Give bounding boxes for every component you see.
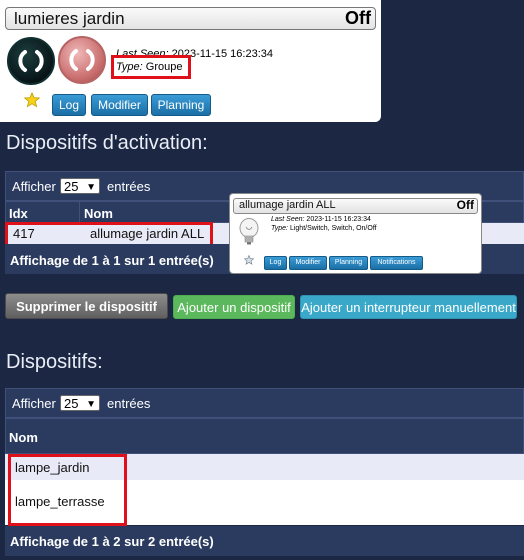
devices-heading: Dispositifs: <box>6 351 103 373</box>
favorite-star-icon[interactable] <box>244 255 254 265</box>
column-name[interactable]: Nom <box>9 430 38 445</box>
power-off-icon <box>69 49 95 71</box>
popup-device-name: allumage jardin ALL <box>239 199 336 211</box>
devices-table-header: Nom <box>5 418 524 454</box>
planning-button[interactable]: Planning <box>151 94 211 116</box>
table-info: Affichage de 1 à 2 sur 2 entrée(s) <box>10 534 214 549</box>
popup-planning-button[interactable]: Planning <box>329 256 368 270</box>
modify-button[interactable]: Modifier <box>91 94 148 116</box>
popup-notifications-button[interactable]: Notifications <box>370 256 423 270</box>
type-highlight-box <box>111 55 191 79</box>
device-title-bar: lumieres jardin Off <box>5 7 376 30</box>
devices-table-controls: Afficher 25 ▼ entrées <box>5 388 524 418</box>
group-on-button[interactable] <box>7 37 55 85</box>
light-bulb-icon[interactable] <box>238 218 260 246</box>
show-label: Afficher <box>12 396 56 411</box>
table-info: Affichage de 1 à 1 sur 1 entrée(s) <box>10 253 214 268</box>
chevron-down-icon: ▼ <box>86 182 96 193</box>
popup-log-button[interactable]: Log <box>264 256 287 270</box>
page-size-select[interactable]: 25 ▼ <box>60 178 100 194</box>
activation-heading: Dispositifs d'activation: <box>6 132 208 154</box>
delete-device-button[interactable]: Supprimer le dispositif <box>5 293 168 319</box>
popup-title-bar: allumage jardin ALL Off <box>233 198 478 214</box>
chevron-down-icon: ▼ <box>86 399 96 410</box>
device-state: Off <box>345 8 371 28</box>
show-label: Afficher <box>12 179 56 194</box>
popup-device-type: Type: Light/Switch, Switch, On/Off <box>271 225 377 232</box>
column-name[interactable]: Nom <box>84 206 113 221</box>
popup-modify-button[interactable]: Modifier <box>289 256 327 270</box>
group-off-button[interactable] <box>58 36 106 84</box>
favorite-star-icon[interactable] <box>24 92 40 108</box>
add-manual-switch-button[interactable]: Ajouter un interrupteur manuellement <box>300 295 517 319</box>
add-device-button[interactable]: Ajouter un dispositif <box>173 295 295 319</box>
log-button[interactable]: Log <box>52 94 86 116</box>
entries-label: entrées <box>107 179 151 194</box>
column-idx[interactable]: Idx <box>9 206 28 221</box>
devices-highlight-box <box>8 454 127 526</box>
entries-label: entrées <box>107 396 151 411</box>
popup-device-state: Off <box>456 198 474 212</box>
device-name: lumieres jardin <box>14 9 125 28</box>
devices-table-footer: Affichage de 1 à 2 sur 2 entrée(s) <box>5 526 524 556</box>
popup-last-seen: Last Seen: 2023-11-15 16:23:34 <box>271 216 371 223</box>
page-size-select[interactable]: 25 ▼ <box>60 395 100 411</box>
column-divider <box>79 202 80 223</box>
device-popup: allumage jardin ALL Off Last Seen: 2023-… <box>229 193 482 274</box>
power-on-icon <box>18 50 44 72</box>
